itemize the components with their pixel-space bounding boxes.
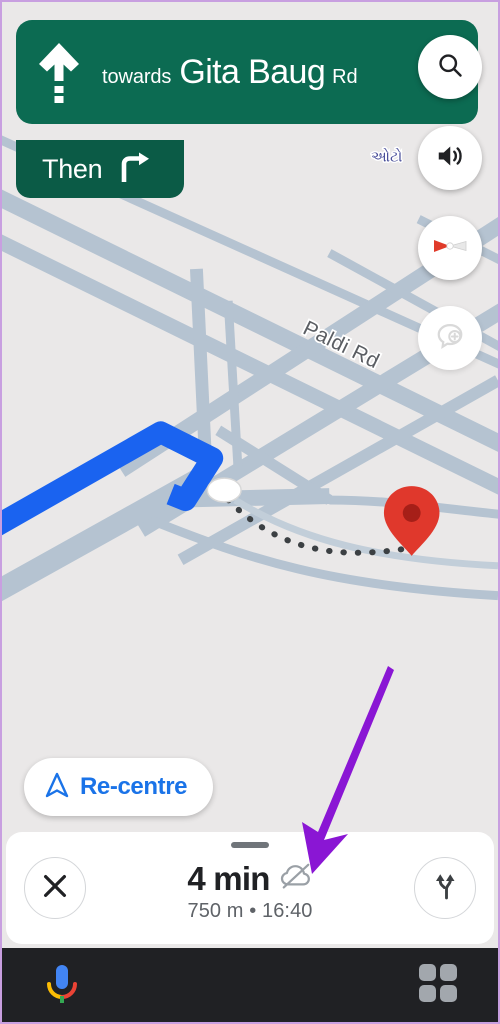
street-suffix: Rd <box>332 65 358 88</box>
app-grid-icon <box>416 963 460 1009</box>
add-report-icon <box>435 321 465 356</box>
alternate-routes-icon <box>430 871 460 906</box>
cloud-off-icon <box>279 862 313 895</box>
eta-subtext: 750 m • 16:40 <box>187 899 313 922</box>
navigation-arrow-icon <box>44 771 70 804</box>
apps-button[interactable] <box>416 961 460 1010</box>
eta-row: 4 min <box>187 860 312 898</box>
then-label: Then <box>42 153 103 184</box>
report-button[interactable] <box>418 306 482 370</box>
compass-button[interactable] <box>418 216 482 280</box>
recentre-button[interactable]: Re-centre <box>24 758 214 816</box>
towards-word: towards <box>102 65 172 88</box>
eta-summary[interactable]: 4 min 750 m • 16:40 <box>86 860 414 923</box>
google-assistant-mic-icon <box>40 964 84 1011</box>
navigation-instruction-banner: towards Gita Baug Rd <box>16 20 478 124</box>
eta-time: 4 min <box>187 859 270 897</box>
navigation-screen: Paldi Rd ઓટો Then towards Gita Baug Rd R… <box>0 0 500 1024</box>
drag-handle[interactable] <box>231 842 269 848</box>
street-name: Gita Baug <box>179 52 326 91</box>
assistant-button[interactable] <box>40 959 84 1012</box>
straight-arrow-icon <box>16 41 102 103</box>
turn-right-icon <box>118 152 152 187</box>
volume-on-icon <box>435 141 465 176</box>
close-navigation-button[interactable] <box>24 857 86 919</box>
vehicle-chevron-icon <box>206 477 242 503</box>
search-icon <box>436 51 464 84</box>
recentre-label: Re-centre <box>80 773 188 800</box>
sound-button[interactable] <box>418 126 482 190</box>
system-navigation-bar <box>2 948 498 1022</box>
road-label-gujarati: ઓટો <box>371 147 403 165</box>
close-icon <box>40 871 70 906</box>
alternate-routes-button[interactable] <box>414 857 476 919</box>
compass-icon <box>430 232 470 265</box>
navigation-bottom-sheet[interactable]: 4 min 750 m • 16:40 <box>6 832 494 944</box>
search-button[interactable] <box>418 35 482 99</box>
then-maneuver-banner: Then <box>16 140 184 198</box>
